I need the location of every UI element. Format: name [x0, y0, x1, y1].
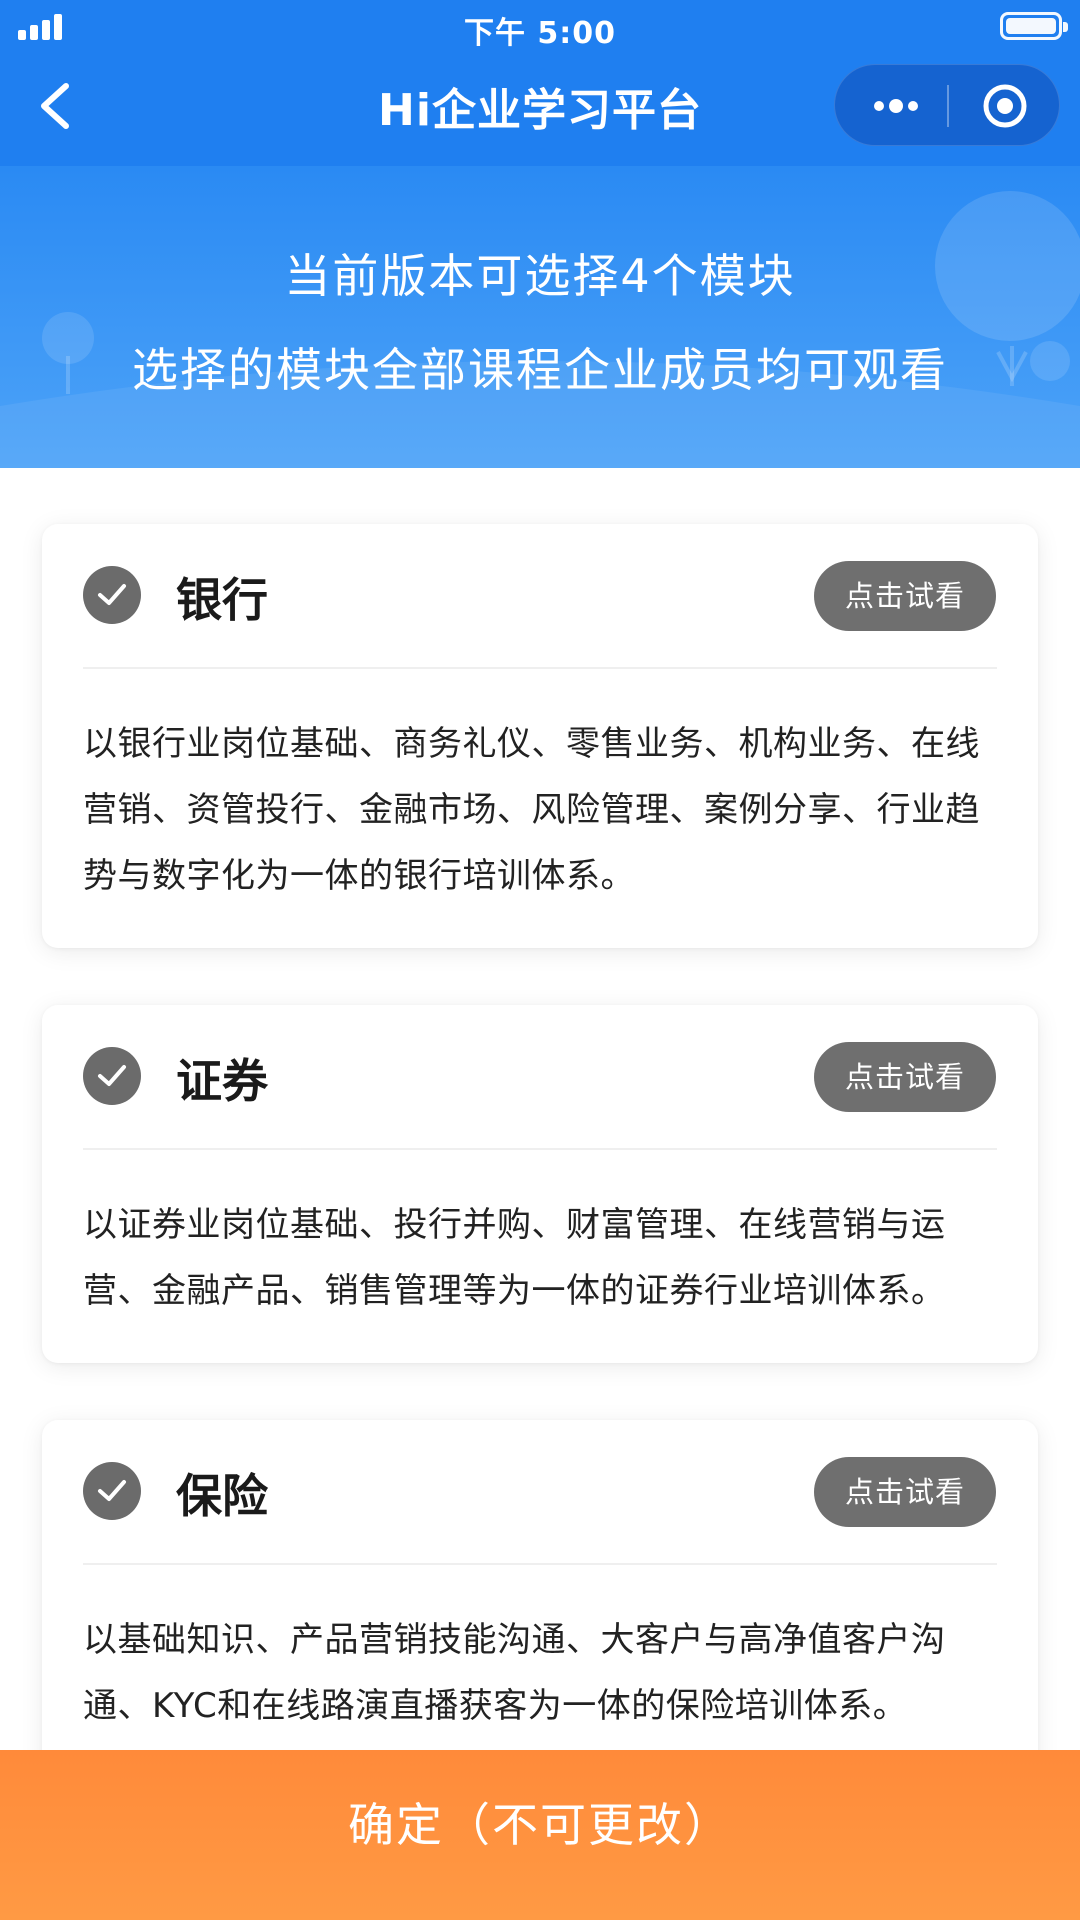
- banner-line-1: 当前版本可选择4个模块: [284, 249, 796, 303]
- status-time: 下午 5:00: [463, 16, 617, 51]
- module-title: 保险: [176, 1469, 268, 1523]
- try-button[interactable]: 点击试看: [814, 561, 996, 631]
- confirm-button[interactable]: 确定（不可更改）: [0, 1750, 1080, 1920]
- banner-decoration: [0, 191, 1080, 468]
- mini-program-capsule: [834, 64, 1060, 146]
- check-icon[interactable]: [83, 1462, 141, 1520]
- module-description: 以证券业岗位基础、投行并购、财富管理、在线营销与运营、金融产品、销售管理等为一体…: [83, 1205, 946, 1311]
- divider: [83, 1563, 997, 1565]
- module-card-bank[interactable]: 银行 点击试看 以银行业岗位基础、商务礼仪、零售业务、机构业务、在线营销、资管投…: [42, 524, 1038, 948]
- check-icon[interactable]: [83, 1047, 141, 1105]
- module-title: 银行: [176, 573, 268, 627]
- status-bar: 下午 5:00: [0, 0, 1080, 52]
- try-button[interactable]: 点击试看: [814, 1457, 996, 1527]
- banner-line-2: 选择的模块全部课程企业成员均可观看: [132, 343, 948, 397]
- nav-bar: Hi企业学习平台: [0, 52, 1080, 166]
- target-circle-icon: [983, 84, 1027, 128]
- module-title: 证券: [176, 1054, 268, 1108]
- banner: 当前版本可选择4个模块 选择的模块全部课程企业成员均可观看: [0, 166, 1080, 468]
- module-description: 以银行业岗位基础、商务礼仪、零售业务、机构业务、在线营销、资管投行、金融市场、风…: [83, 724, 980, 896]
- divider: [83, 1148, 997, 1150]
- more-dots-icon: [874, 99, 918, 113]
- module-description: 以基础知识、产品营销技能沟通、大客户与高净值客户沟通、KYC和在线路演直播获客为…: [83, 1620, 946, 1726]
- divider: [83, 667, 997, 669]
- close-button[interactable]: [967, 79, 1043, 133]
- check-icon[interactable]: [83, 566, 141, 624]
- module-card-securities[interactable]: 证券 点击试看 以证券业岗位基础、投行并购、财富管理、在线营销与运营、金融产品、…: [42, 1005, 1038, 1363]
- page: 下午 5:00 Hi企业学习平台 当前版本可选择4个模块 选择的模块全部课程企业…: [0, 0, 1080, 1920]
- capsule-divider: [947, 85, 949, 127]
- try-button[interactable]: 点击试看: [814, 1042, 996, 1112]
- more-button[interactable]: [853, 81, 939, 131]
- battery-icon: [1000, 12, 1068, 40]
